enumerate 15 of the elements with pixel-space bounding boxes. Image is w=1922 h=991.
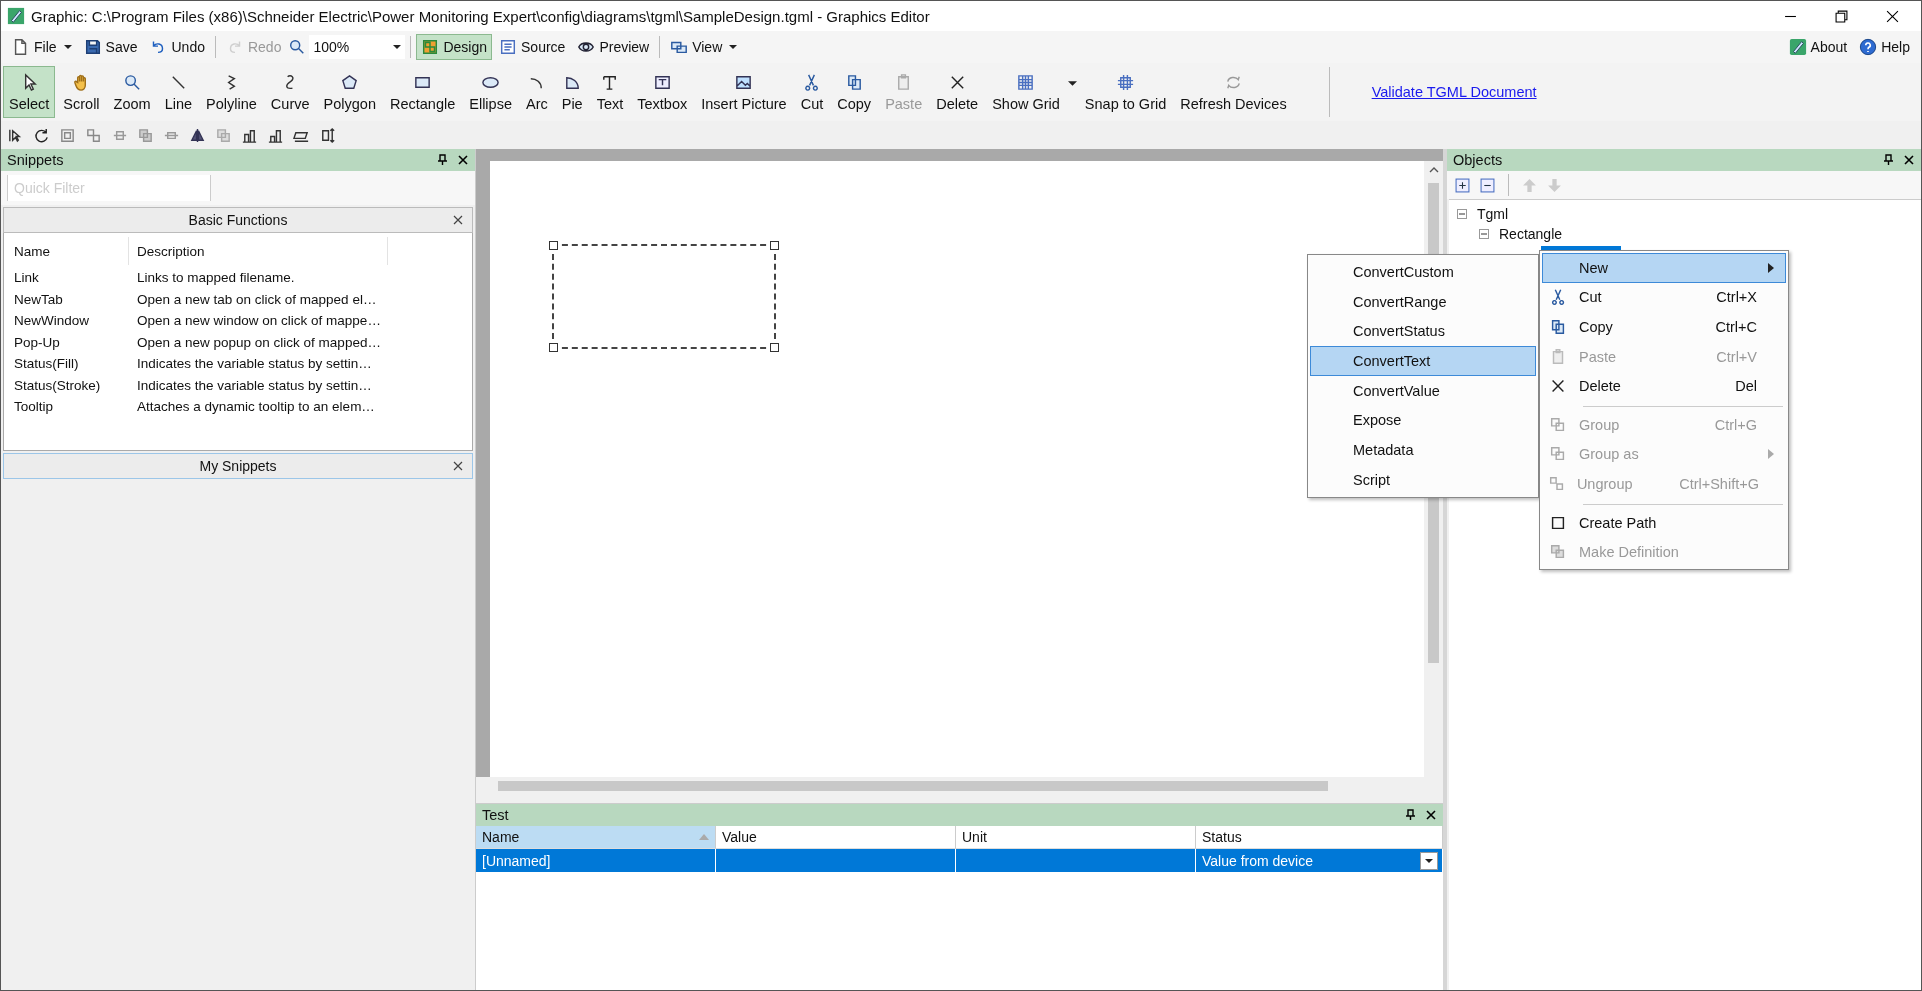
snippet-description: Links to mapped filename. <box>136 270 295 286</box>
panel-title: Test <box>482 807 509 823</box>
panel-title: Objects <box>1453 152 1503 168</box>
table-cell: [Unnamed] <box>476 849 716 872</box>
panel-title: Snippets <box>7 152 64 168</box>
section-title: My Snippets <box>199 458 277 474</box>
snippet-description: Indicates the variable status by settin… <box>136 377 372 393</box>
snippet-description: Indicates the variable status by settin… <box>136 356 372 372</box>
snippet-description: Open a new popup on click of mapped… <box>136 334 381 350</box>
section-title: Basic Functions <box>188 212 288 228</box>
snippet-description: Attaches a dynamic tooltip to an elem… <box>136 399 375 415</box>
snippet-description: Open a new window on click of mappe… <box>136 313 381 329</box>
snippet-description: Open a new tab on click of mapped el… <box>136 291 377 307</box>
table-cell: Value from device <box>1202 852 1313 869</box>
window-title: Graphic: C:\Program Files (x86)\Schneider Electric\Power Monitoring Expert\config\diagrams\tgml\SampleDesign.tgml - Graphics Editor <box>31 7 930 25</box>
